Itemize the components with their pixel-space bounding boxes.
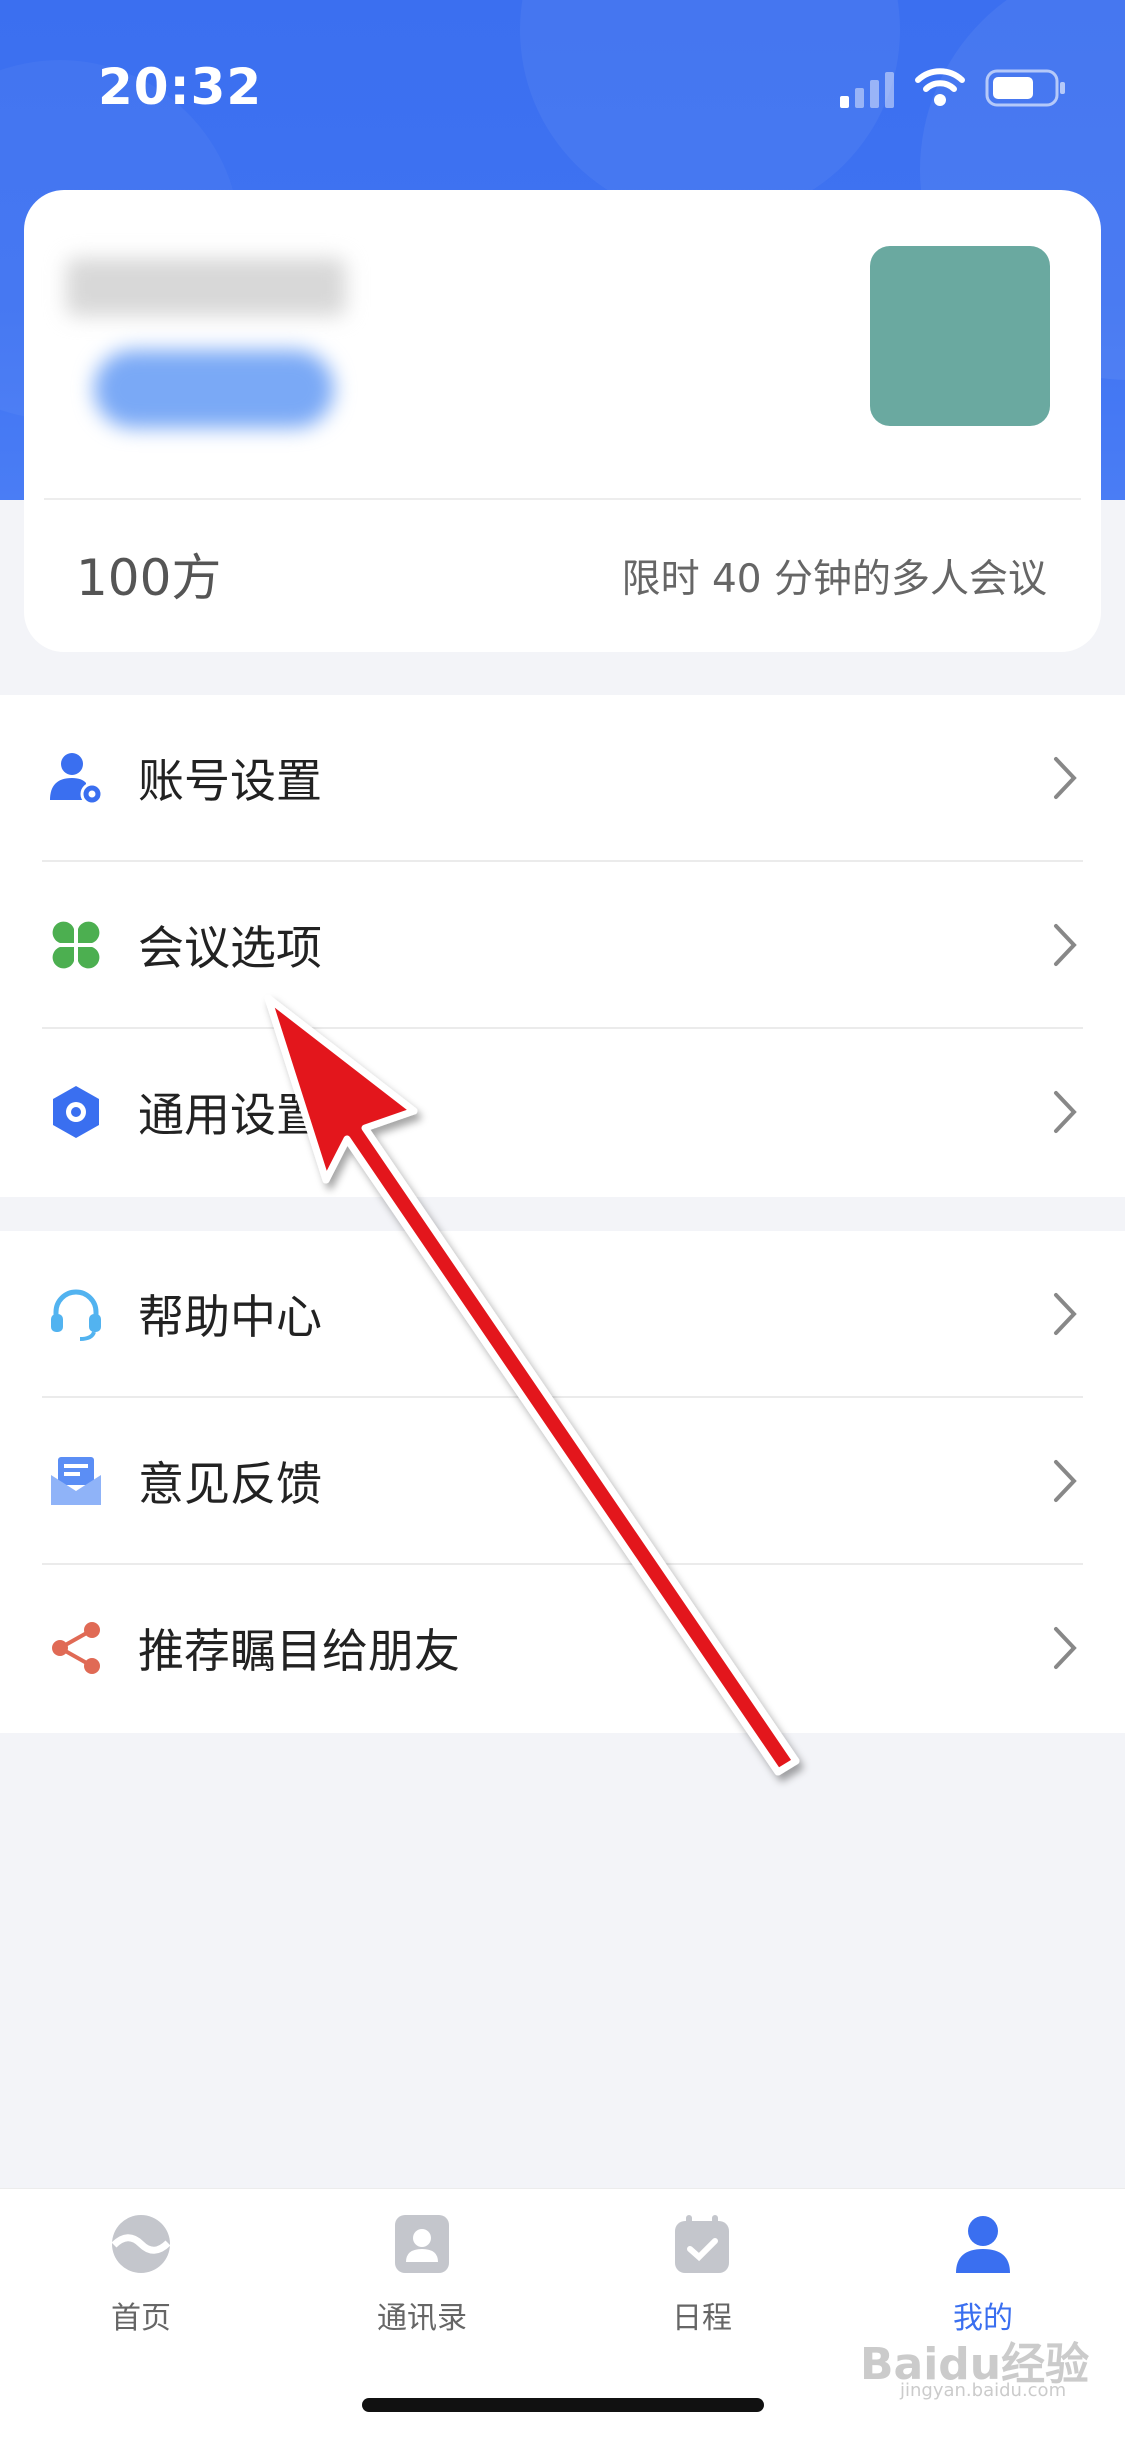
tab-contacts[interactable]: 通讯录 [332,2213,512,2337]
menu-item-label: 会议选项 [138,921,322,975]
plan-description: 限时 40 分钟的多人会议 [621,557,1047,602]
home-logo-icon [111,2215,171,2273]
chevron-right-icon [1054,1460,1077,1502]
plan-name: 100方 [76,549,222,607]
contacts-icon [395,2215,449,2273]
menu-item-feedback[interactable]: 意见反馈 [0,1398,1125,1565]
menu-item-label: 帮助中心 [138,1290,322,1344]
settings-group: 账号设置 会议选项 通用设置 [0,695,1125,1197]
menu-item-account-settings[interactable]: 账号设置 [0,695,1125,862]
avatar[interactable] [870,246,1050,426]
account-settings-icon [50,753,104,806]
signal-icon [840,72,894,108]
menu-item-general-settings[interactable]: 通用设置 [0,1029,1125,1196]
tab-me[interactable]: 我的 [893,2213,1073,2337]
menu-item-label: 推荐瞩目给朋友 [138,1624,460,1678]
tab-schedule[interactable]: 日程 [612,2213,792,2337]
menu-item-label: 账号设置 [138,754,322,808]
headset-icon [51,1289,101,1341]
share-icon [52,1622,100,1674]
chevron-right-icon [1054,924,1077,966]
menu-item-help-center[interactable]: 帮助中心 [0,1231,1125,1398]
status-time: 20:32 [98,58,263,116]
hex-gear-icon [53,1086,99,1138]
clover-icon [52,921,100,969]
support-group: 帮助中心 意见反馈 推荐瞩目给朋友 [0,1231,1125,1733]
menu-item-meeting-options[interactable]: 会议选项 [0,862,1125,1029]
menu-item-label: 通用设置 [138,1088,322,1142]
wifi-icon [915,68,965,106]
chevron-right-icon [1054,1293,1077,1335]
tab-label: 首页 [111,2301,171,2336]
menu-item-label: 意见反馈 [138,1457,322,1511]
profile-card[interactable]: 100方 限时 40 分钟的多人会议 [24,190,1101,652]
chevron-right-icon [1054,1091,1077,1133]
card-divider [44,498,1081,500]
tab-label: 日程 [672,2301,732,2336]
calendar-icon [675,2215,729,2273]
tab-home[interactable]: 首页 [51,2213,231,2337]
profile-icon [956,2216,1010,2273]
chevron-right-icon [1054,1627,1077,1669]
chevron-right-icon [1054,757,1077,799]
tab-label: 通讯录 [377,2301,467,2336]
menu-item-recommend[interactable]: 推荐瞩目给朋友 [0,1565,1125,1732]
battery-icon [985,69,1065,107]
blurred-badge [94,350,334,428]
mail-icon [51,1457,101,1505]
home-indicator [362,2398,764,2412]
blurred-username [66,258,346,316]
watermark-url: jingyan.baidu.com [900,2380,1067,2401]
